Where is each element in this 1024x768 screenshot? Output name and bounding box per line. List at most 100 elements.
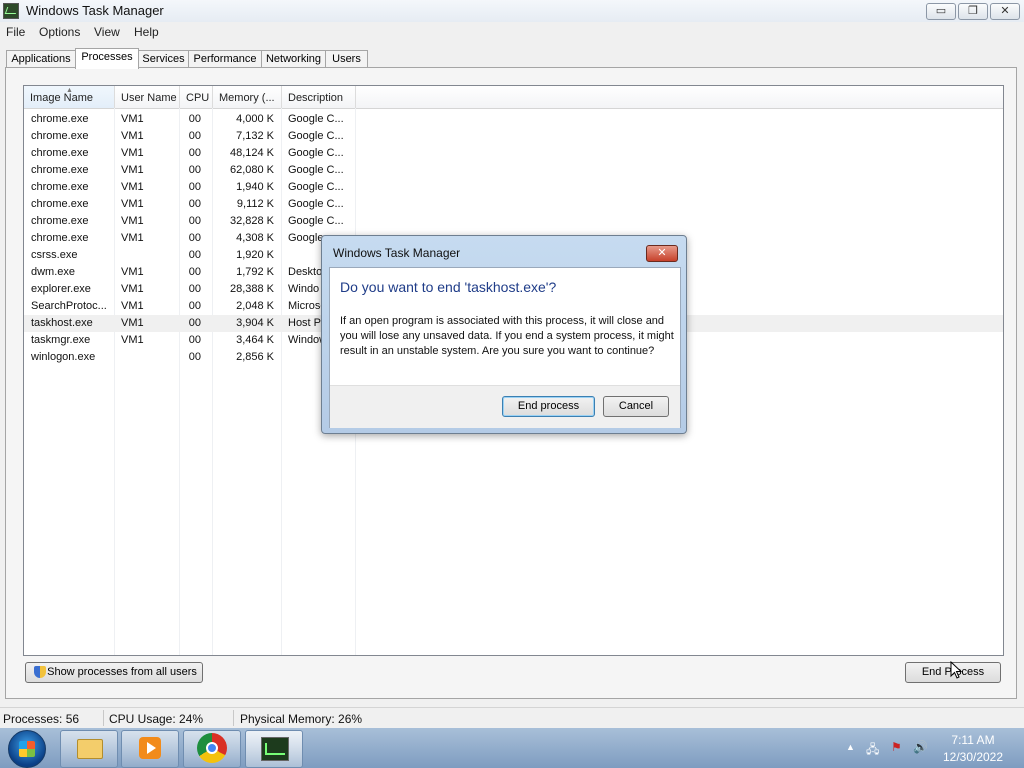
process-name: chrome.exe [31, 164, 89, 176]
process-memory: 1,920 K [236, 249, 274, 261]
column-header: Image Name ▲ User Name CPU Memory (... D… [24, 86, 1003, 109]
sort-ascending-icon: ▲ [66, 87, 73, 94]
taskbar-task-manager-button[interactable] [245, 730, 303, 768]
process-user: VM1 [121, 113, 144, 125]
tab-processes[interactable]: Processes [75, 48, 139, 69]
process-cpu: 00 [188, 198, 201, 210]
cancel-button[interactable]: Cancel [603, 396, 669, 417]
tab-applications[interactable]: Applications [6, 50, 76, 68]
process-row[interactable]: chrome.exe VM1 00 1,940 K Google C... [24, 179, 1003, 196]
column-cpu[interactable]: CPU [180, 86, 213, 108]
dialog-message: If an open program is associated with th… [340, 315, 674, 357]
process-memory: 4,308 K [236, 232, 274, 244]
process-name: chrome.exe [31, 113, 89, 125]
tab-performance[interactable]: Performance [188, 50, 262, 68]
process-user: VM1 [121, 215, 144, 227]
status-processes: Processes: 56 [3, 712, 80, 726]
process-name: winlogon.exe [31, 351, 96, 363]
process-cpu: 00 [188, 215, 201, 227]
process-memory: 48,124 K [229, 147, 274, 159]
process-description: Google C... [288, 113, 344, 125]
process-user: VM1 [121, 130, 144, 142]
show-all-users-label: Show processes from all users [47, 666, 197, 678]
process-row[interactable]: chrome.exe VM1 00 32,828 K Google C... [24, 213, 1003, 230]
process-cpu: 00 [188, 334, 201, 346]
dialog-close-button[interactable]: ✕ [646, 245, 678, 262]
process-row[interactable]: chrome.exe VM1 00 9,112 K Google C... [24, 196, 1003, 213]
process-memory: 62,080 K [229, 164, 274, 176]
process-description: Google C... [288, 215, 344, 227]
process-user [121, 247, 176, 264]
process-row[interactable]: chrome.exe VM1 00 48,124 K Google C... [24, 145, 1003, 162]
status-cpu-usage: CPU Usage: 24% [109, 712, 204, 726]
process-row[interactable]: chrome.exe VM1 00 7,132 K Google C... [24, 128, 1003, 145]
process-description: Google C... [288, 130, 344, 142]
tab-networking[interactable]: Networking [261, 50, 326, 68]
column-user-name[interactable]: User Name [115, 86, 180, 108]
taskbar-chrome-button[interactable] [183, 730, 241, 768]
process-description: Google C... [288, 147, 344, 159]
process-name: chrome.exe [31, 198, 89, 210]
start-button[interactable] [8, 730, 46, 768]
minimize-button[interactable]: ▭ [926, 3, 956, 20]
process-name: chrome.exe [31, 147, 89, 159]
chrome-icon [197, 733, 227, 763]
confirm-end-process-button[interactable]: End process [502, 396, 595, 417]
process-cpu: 00 [188, 300, 201, 312]
clock-date[interactable]: 12/30/2022 [938, 750, 1008, 764]
process-memory: 32,828 K [229, 215, 274, 227]
process-user: VM1 [121, 198, 144, 210]
window-title: Windows Task Manager [26, 3, 164, 18]
process-cpu: 00 [188, 113, 201, 125]
folder-icon [77, 739, 103, 759]
process-name: chrome.exe [31, 232, 89, 244]
restore-button[interactable]: ❐ [958, 3, 988, 20]
process-name: chrome.exe [31, 181, 89, 193]
column-description[interactable]: Description [282, 86, 356, 108]
process-memory: 2,856 K [236, 351, 274, 363]
uac-shield-icon [34, 666, 46, 678]
menu-options[interactable]: Options [39, 25, 80, 39]
menu-file[interactable]: File [6, 25, 25, 39]
dialog-heading: Do you want to end 'taskhost.exe'? [340, 279, 557, 295]
process-row[interactable]: chrome.exe VM1 00 62,080 K Google C... [24, 162, 1003, 179]
network-icon[interactable]: 🖧 [866, 740, 879, 761]
taskbar-media-player-button[interactable] [121, 730, 179, 768]
process-memory: 7,132 K [236, 130, 274, 142]
menu-help[interactable]: Help [134, 25, 159, 39]
process-user: VM1 [121, 283, 144, 295]
process-cpu: 00 [188, 130, 201, 142]
process-name: explorer.exe [31, 283, 91, 295]
process-memory: 2,048 K [236, 300, 274, 312]
show-all-users-button[interactable]: Show processes from all users [25, 662, 203, 683]
process-row[interactable]: chrome.exe VM1 00 4,000 K Google C... [24, 111, 1003, 128]
process-user: VM1 [121, 181, 144, 193]
process-name: dwm.exe [31, 266, 76, 278]
media-player-icon [139, 737, 161, 759]
close-window-button[interactable]: ✕ [990, 3, 1020, 20]
tab-users[interactable]: Users [325, 50, 368, 68]
volume-icon[interactable]: 🔊 [913, 740, 928, 754]
show-hidden-icons-icon[interactable]: ▲ [846, 742, 855, 752]
process-cpu: 00 [188, 147, 201, 159]
process-memory: 4,000 K [236, 113, 274, 125]
menu-view[interactable]: View [94, 25, 120, 39]
process-cpu: 00 [188, 351, 201, 363]
title-bar[interactable]: Windows Task Manager ▭ ❐ ✕ [0, 0, 1024, 22]
process-description: Google C... [288, 181, 344, 193]
status-physical-memory: Physical Memory: 26% [240, 712, 363, 726]
process-user: VM1 [121, 317, 144, 329]
process-cpu: 00 [188, 249, 201, 261]
taskbar-explorer-button[interactable] [60, 730, 118, 768]
process-user: VM1 [121, 334, 144, 346]
process-cpu: 00 [188, 283, 201, 295]
process-name: csrss.exe [31, 249, 78, 261]
process-cpu: 00 [188, 266, 201, 278]
column-memory[interactable]: Memory (... [213, 86, 282, 108]
status-divider [233, 710, 234, 726]
process-memory: 1,792 K [236, 266, 274, 278]
tab-services[interactable]: Services [138, 50, 189, 68]
action-center-flag-icon[interactable]: ⚑ [891, 740, 902, 754]
clock-time[interactable]: 7:11 AM [938, 733, 1008, 747]
process-user: VM1 [121, 232, 144, 244]
